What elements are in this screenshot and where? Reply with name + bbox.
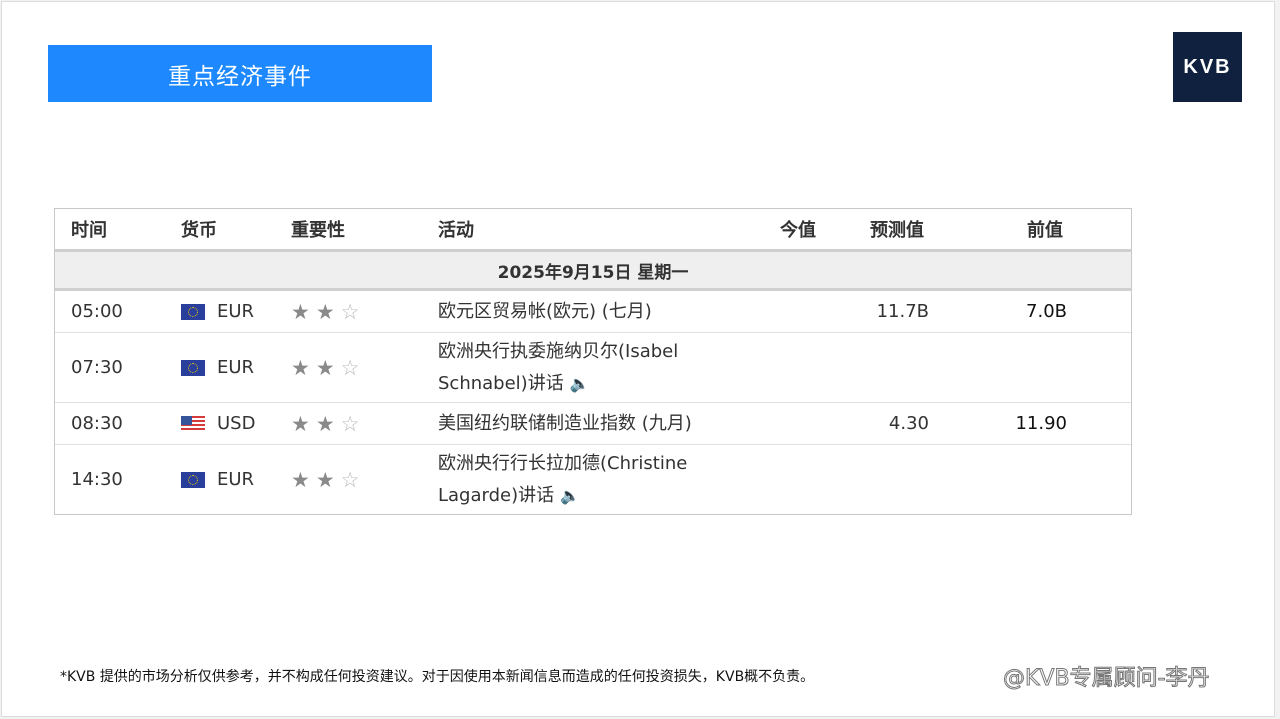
event-currency: USD (181, 403, 255, 444)
economic-events-table: 时间 货币 重要性 活动 今值 预测值 前值 2025年9月15日 星期一 05… (54, 208, 1132, 515)
star-filled-icon: ★ (315, 299, 341, 324)
event-forecast: 11.7B (876, 301, 929, 322)
importance-stars: ★ ★ ☆ (291, 403, 365, 444)
event-previous: 7.0B (1026, 301, 1067, 322)
event-activity: 欧洲央行行长拉加德(Christine Lagarde)讲话 🔈 (438, 445, 768, 514)
watermark: @KVB专属顾问-李丹 (1003, 666, 1211, 692)
event-currency: EUR (181, 291, 254, 332)
eu-flag-icon (181, 303, 205, 320)
header-actual: 今值 (780, 220, 816, 241)
star-filled-icon: ★ (315, 411, 341, 436)
currency-code: EUR (217, 357, 255, 378)
event-forecast: 4.30 (888, 413, 929, 434)
date-label: 2025年9月15日 星期一 (497, 262, 689, 283)
eu-flag-icon (181, 471, 205, 488)
page-title: 重点经济事件 (48, 45, 432, 102)
star-filled-icon: ★ (315, 467, 341, 492)
event-activity: 美国纽约联储制造业指数 (九月) (438, 403, 768, 444)
event-currency: EUR (181, 445, 254, 514)
header-importance: 重要性 (291, 220, 345, 241)
currency-code: EUR (217, 301, 255, 322)
event-time: 07:30 (71, 357, 123, 378)
activity-text: 欧洲央行执委施纳贝尔(Isabel Schnabel)讲话 (438, 340, 679, 394)
star-filled-icon: ★ (291, 467, 316, 492)
disclaimer: *KVB 提供的市场分析仅供参考，并不构成任何投资建议。对于因使用本新闻信息而造… (60, 669, 815, 685)
event-activity: 欧洲央行执委施纳贝尔(Isabel Schnabel)讲话 🔈 (438, 333, 768, 402)
table-row: 14:30 EUR ★ ★ ☆ 欧洲央行行长拉加德(Christine Lagard… (55, 445, 1131, 514)
star-filled-icon: ★ (291, 355, 316, 380)
header-activity: 活动 (438, 220, 474, 241)
importance-stars: ★ ★ ☆ (291, 333, 365, 402)
event-time: 05:00 (71, 301, 123, 322)
star-empty-icon: ☆ (340, 411, 366, 436)
event-time: 14:30 (71, 469, 123, 490)
speaker-icon[interactable]: 🔈 (560, 486, 580, 505)
table-header-row: 时间 货币 重要性 活动 今值 预测值 前值 (55, 209, 1131, 252)
activity-text: 欧元区贸易帐(欧元) (七月) (438, 300, 652, 322)
star-filled-icon: ★ (291, 299, 316, 324)
importance-stars: ★ ★ ☆ (291, 445, 365, 514)
event-time: 08:30 (71, 413, 123, 434)
header-currency: 货币 (181, 220, 217, 241)
star-empty-icon: ☆ (340, 299, 366, 324)
event-currency: EUR (181, 333, 254, 402)
star-empty-icon: ☆ (340, 467, 366, 492)
currency-code: EUR (217, 469, 255, 490)
header-previous: 前值 (1027, 220, 1063, 241)
currency-code: USD (217, 413, 256, 434)
star-empty-icon: ☆ (340, 355, 366, 380)
date-row: 2025年9月15日 星期一 (55, 252, 1131, 291)
star-filled-icon: ★ (315, 355, 341, 380)
table-row: 08:30 USD ★ ★ ☆ 美国纽约联储制造业指数 (九月) 4.30 11.9… (55, 403, 1131, 445)
event-previous: 11.90 (1015, 413, 1067, 434)
header-time: 时间 (71, 220, 107, 241)
speaker-icon[interactable]: 🔈 (570, 374, 590, 393)
eu-flag-icon (181, 359, 205, 376)
activity-text: 美国纽约联储制造业指数 (九月) (438, 412, 692, 434)
slide: 重点经济事件 KVB 时间 货币 重要性 活动 今值 预测值 前值 2025年9… (1, 1, 1275, 717)
table-row: 07:30 EUR ★ ★ ☆ 欧洲央行执委施纳贝尔(Isabel Schnabel… (55, 333, 1131, 403)
us-flag-icon (181, 415, 205, 432)
header-forecast: 预测值 (870, 220, 924, 241)
table-row: 05:00 EUR ★ ★ ☆ 欧元区贸易帐(欧元) (七月) 11.7B 7.0B (55, 291, 1131, 333)
kvb-logo: KVB (1173, 32, 1242, 102)
event-activity: 欧元区贸易帐(欧元) (七月) (438, 291, 768, 332)
importance-stars: ★ ★ ☆ (291, 291, 365, 332)
star-filled-icon: ★ (291, 411, 316, 436)
